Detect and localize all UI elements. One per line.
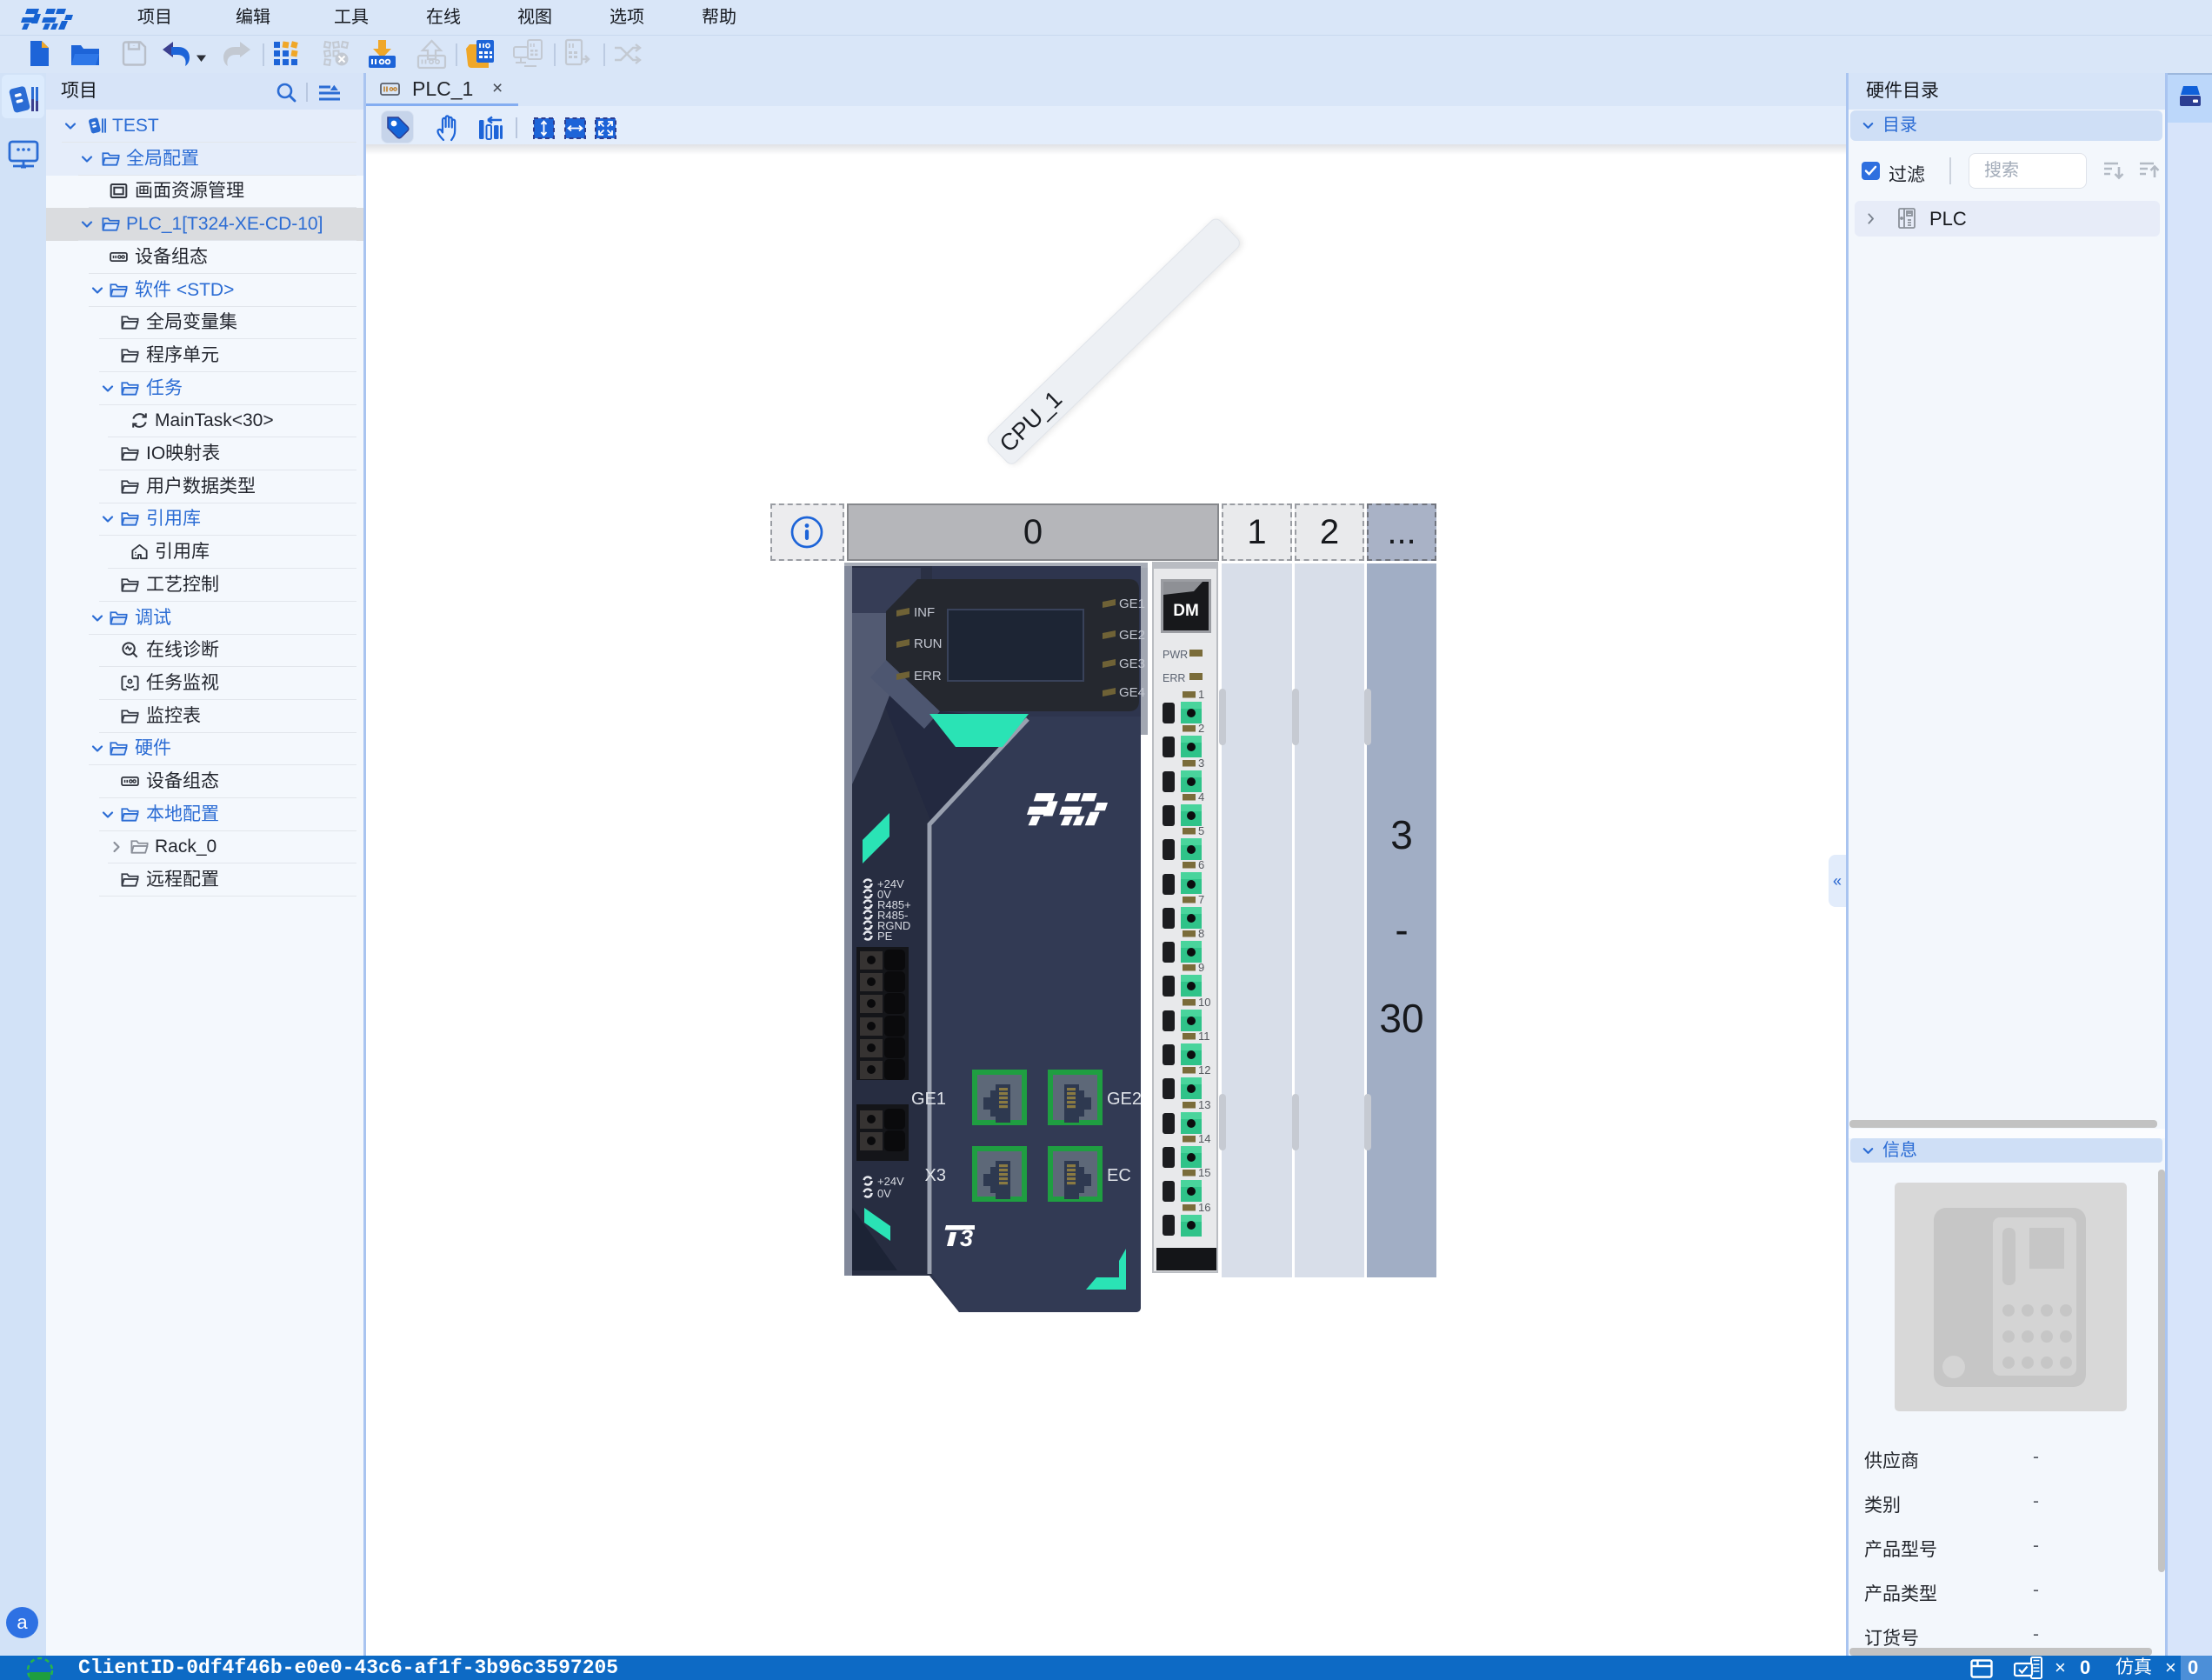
svg-text:PWR: PWR — [1163, 649, 1188, 661]
svg-text:PE: PE — [877, 930, 893, 943]
svg-text:12: 12 — [1198, 1063, 1210, 1077]
svg-text:GE4: GE4 — [1119, 685, 1145, 700]
svg-text:14: 14 — [1198, 1132, 1210, 1145]
svg-text:13: 13 — [1198, 1098, 1210, 1111]
svg-text:16: 16 — [1198, 1201, 1210, 1214]
svg-text:GE1: GE1 — [1119, 597, 1145, 611]
svg-text:1: 1 — [1198, 688, 1204, 701]
svg-text:DM: DM — [1173, 602, 1199, 620]
svg-text:5: 5 — [1198, 824, 1204, 837]
svg-text:2: 2 — [1198, 722, 1204, 735]
svg-text:0V: 0V — [877, 1187, 891, 1200]
svg-text:9: 9 — [1198, 961, 1204, 974]
svg-text:GE1: GE1 — [911, 1090, 946, 1109]
svg-text:RUN: RUN — [914, 637, 943, 651]
svg-text:3: 3 — [1198, 757, 1204, 770]
svg-text:10: 10 — [1198, 996, 1210, 1009]
svg-text:ERR: ERR — [1163, 672, 1185, 684]
svg-text:4: 4 — [1198, 790, 1204, 803]
svg-text:6: 6 — [1198, 858, 1204, 871]
svg-text:X3: X3 — [925, 1166, 946, 1185]
svg-text:ERR: ERR — [914, 669, 942, 683]
svg-text:8: 8 — [1198, 927, 1204, 940]
svg-text:GE2: GE2 — [1107, 1090, 1142, 1109]
svg-text:GE2: GE2 — [1119, 628, 1145, 643]
svg-text:EC: EC — [1107, 1166, 1131, 1185]
svg-text:INF: INF — [914, 605, 935, 620]
svg-text:+24V: +24V — [877, 1175, 904, 1188]
svg-text:GE3: GE3 — [1119, 657, 1145, 671]
svg-text:15: 15 — [1198, 1166, 1210, 1179]
svg-text:7: 7 — [1198, 893, 1204, 906]
svg-text:11: 11 — [1198, 1030, 1210, 1043]
